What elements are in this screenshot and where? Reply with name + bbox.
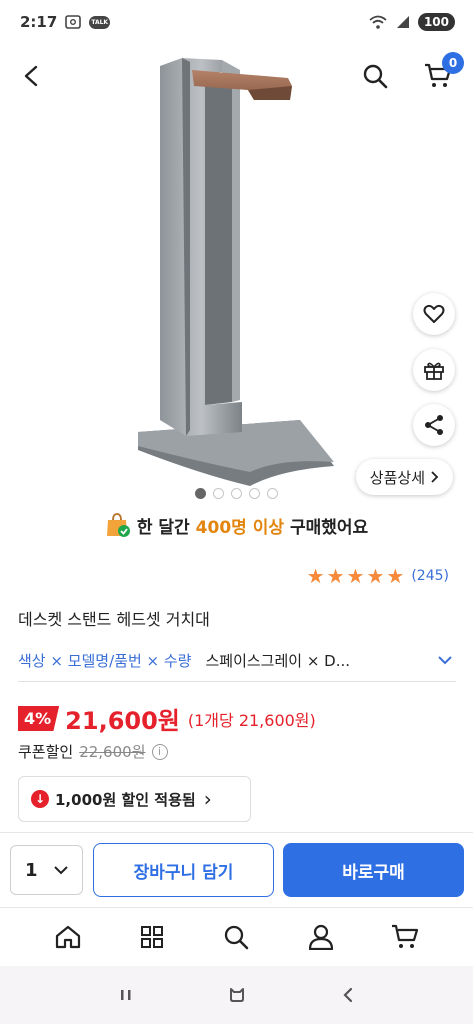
rating[interactable]: ★ ★ ★ ★ ★ (245) xyxy=(307,566,449,586)
star-icon: ★ xyxy=(386,564,405,588)
gift-button[interactable] xyxy=(413,349,455,391)
share-icon xyxy=(425,415,443,435)
wifi-icon xyxy=(369,15,387,29)
talk-icon: TALK xyxy=(89,15,111,29)
review-count[interactable]: (245) xyxy=(411,568,449,584)
status-bar: 2:17 TALK 100 xyxy=(0,0,473,44)
unit-price: (1개당 21,600원) xyxy=(187,710,316,730)
purchase-count-banner: 한 달간 400명 이상 구매했어요 xyxy=(0,512,473,538)
bottom-nav xyxy=(0,908,473,966)
option-value: 스페이스그레이 × D... xyxy=(205,652,351,670)
gift-icon xyxy=(424,362,444,380)
promo-prefix: 한 달간 xyxy=(136,517,190,538)
star-icon: ★ xyxy=(306,564,325,588)
cart-icon xyxy=(391,924,418,948)
price-row: 4% 21,600원 (1개당 21,600원) xyxy=(18,701,316,736)
home-system-icon xyxy=(229,988,244,1002)
pagination-dot[interactable] xyxy=(213,488,224,499)
discount-rate-badge: 4% xyxy=(18,706,60,731)
coupon-label: 쿠폰할인 xyxy=(18,743,74,761)
status-left: 2:17 TALK xyxy=(20,13,111,31)
product-title: 데스켓 스탠드 헤드셋 거치대 xyxy=(18,610,210,629)
quantity-value: 1 xyxy=(25,859,38,881)
pagination-dot[interactable] xyxy=(249,488,260,499)
product-image[interactable] xyxy=(0,44,473,514)
product-detail-label: 상품상세 xyxy=(369,468,425,487)
promo-suffix: 구매했어요 xyxy=(289,517,369,538)
image-pagination xyxy=(0,488,473,499)
status-right: 100 xyxy=(368,13,455,31)
option-selector[interactable]: 색상 × 모델명/품번 × 수량 스페이스그레이 × D... xyxy=(18,640,456,682)
chevron-right-icon xyxy=(431,471,439,483)
sale-price: 21,600원 xyxy=(65,707,180,735)
back-system-button[interactable] xyxy=(333,980,363,1010)
wishlist-button[interactable] xyxy=(413,293,455,335)
chevron-down-icon xyxy=(53,865,68,874)
quantity-select[interactable]: 1 xyxy=(10,845,83,895)
info-icon[interactable]: i xyxy=(151,743,168,760)
heart-icon xyxy=(423,304,445,323)
share-button[interactable] xyxy=(413,404,455,446)
pagination-dot[interactable] xyxy=(267,488,278,499)
back-system-icon xyxy=(342,987,352,1003)
category-grid-icon xyxy=(141,926,164,948)
star-icon: ★ xyxy=(366,564,385,588)
pagination-dot[interactable] xyxy=(195,488,206,499)
status-time: 2:17 xyxy=(20,13,58,31)
purchase-bar: 1 장바구니 담기 바로구매 xyxy=(0,832,473,908)
star-icon: ★ xyxy=(326,564,345,588)
search-icon xyxy=(225,925,249,950)
recent-apps-button[interactable] xyxy=(111,980,141,1010)
nav-home[interactable] xyxy=(48,917,88,957)
chevron-right-icon: › xyxy=(203,787,212,811)
screenshot-icon xyxy=(65,15,82,29)
cart-button[interactable]: 0 xyxy=(420,52,464,94)
original-price: 22,600원 xyxy=(79,743,146,761)
nav-cart[interactable] xyxy=(385,917,425,957)
star-icon: ★ xyxy=(346,564,365,588)
back-button[interactable] xyxy=(14,58,50,94)
search-icon xyxy=(363,64,388,89)
arrow-down-icon: ↓ xyxy=(31,790,49,808)
person-icon xyxy=(308,924,333,950)
home-system-button[interactable] xyxy=(222,980,252,1010)
option-labels: 색상 × 모델명/품번 × 수량 xyxy=(18,652,192,670)
back-arrow-icon xyxy=(24,65,38,87)
nav-my-account[interactable] xyxy=(301,917,341,957)
coupon-discount-row: 쿠폰할인 22,600원 i xyxy=(18,741,168,762)
coupon-applied-button[interactable]: ↓ 1,000원 할인 적용됨 › xyxy=(18,776,251,822)
nav-search[interactable] xyxy=(216,917,256,957)
shopping-bag-icon xyxy=(106,513,130,537)
top-nav: 0 xyxy=(0,52,473,100)
system-nav-bar xyxy=(0,966,473,1024)
coupon-applied-label: 1,000원 할인 적용됨 xyxy=(55,790,196,809)
buy-now-button[interactable]: 바로구매 xyxy=(283,843,464,897)
home-icon xyxy=(55,925,81,949)
cart-count-badge: 0 xyxy=(442,52,464,74)
signal-icon xyxy=(396,16,409,28)
pagination-dot[interactable] xyxy=(231,488,242,499)
recent-apps-icon xyxy=(120,990,130,1000)
search-button[interactable] xyxy=(357,58,393,94)
chevron-down-icon xyxy=(438,656,452,665)
headset-stand-illustration xyxy=(138,58,334,486)
battery-indicator: 100 xyxy=(417,13,455,31)
add-to-cart-button[interactable]: 장바구니 담기 xyxy=(93,843,274,897)
nav-category[interactable] xyxy=(132,917,172,957)
promo-highlight: 400명 이상 xyxy=(195,517,284,538)
